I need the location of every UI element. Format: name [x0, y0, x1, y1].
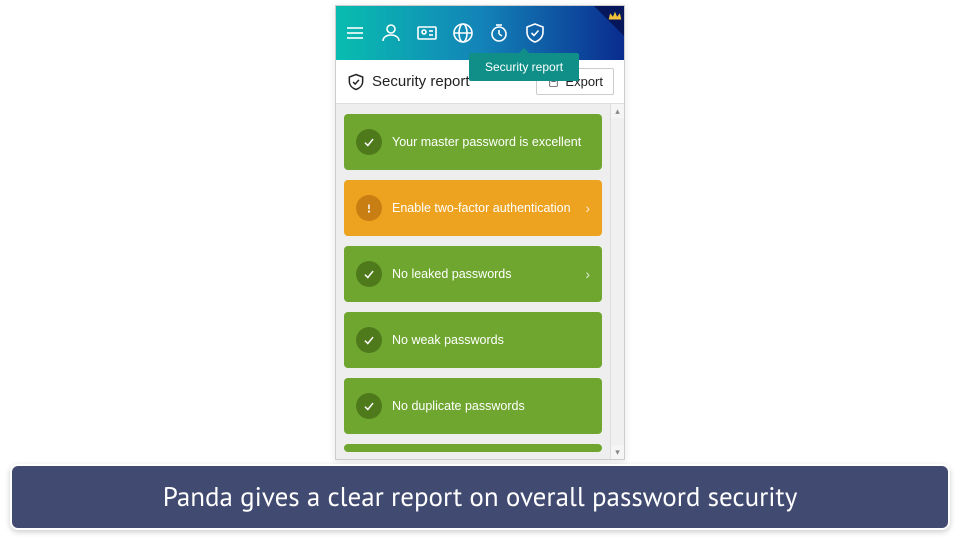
scroll-down-icon[interactable]: ▾ [611, 445, 624, 459]
card-master-password[interactable]: Your master password is excellent [344, 114, 602, 170]
check-icon [356, 129, 382, 155]
card-weak-passwords[interactable]: No weak passwords [344, 312, 602, 368]
clock-icon[interactable] [486, 20, 512, 46]
card-label: No weak passwords [392, 333, 590, 347]
check-icon [356, 327, 382, 353]
card-duplicate-passwords[interactable]: No duplicate passwords [344, 378, 602, 434]
card-leaked-passwords[interactable]: No leaked passwords › [344, 246, 602, 302]
shield-check-icon[interactable] [522, 20, 548, 46]
card-label: No duplicate passwords [392, 399, 590, 413]
card-two-factor[interactable]: Enable two-factor authentication › [344, 180, 602, 236]
menu-icon[interactable] [342, 20, 368, 46]
check-icon [356, 393, 382, 419]
scroll-up-icon[interactable]: ▴ [611, 104, 624, 118]
caption: Panda gives a clear report on overall pa… [10, 464, 950, 530]
shield-icon [346, 72, 366, 92]
check-icon [356, 261, 382, 287]
card-label: No leaked passwords [392, 267, 575, 281]
card-label: Enable two-factor authentication [392, 201, 575, 215]
crown-icon [608, 8, 622, 26]
warning-icon [356, 195, 382, 221]
card-partial[interactable] [344, 444, 602, 452]
report-list: Your master password is excellent Enable… [336, 104, 610, 459]
id-card-icon[interactable] [414, 20, 440, 46]
globe-icon[interactable] [450, 20, 476, 46]
card-label: Your master password is excellent [392, 135, 590, 149]
topbar [336, 6, 624, 60]
page-title: Security report [372, 73, 470, 90]
content-wrap: Your master password is excellent Enable… [336, 104, 624, 459]
chevron-right-icon: › [585, 200, 590, 216]
tooltip-security-report: Security report [469, 53, 579, 81]
scrollbar[interactable]: ▴ ▾ [610, 104, 624, 459]
chevron-right-icon: › [585, 266, 590, 282]
profile-icon[interactable] [378, 20, 404, 46]
